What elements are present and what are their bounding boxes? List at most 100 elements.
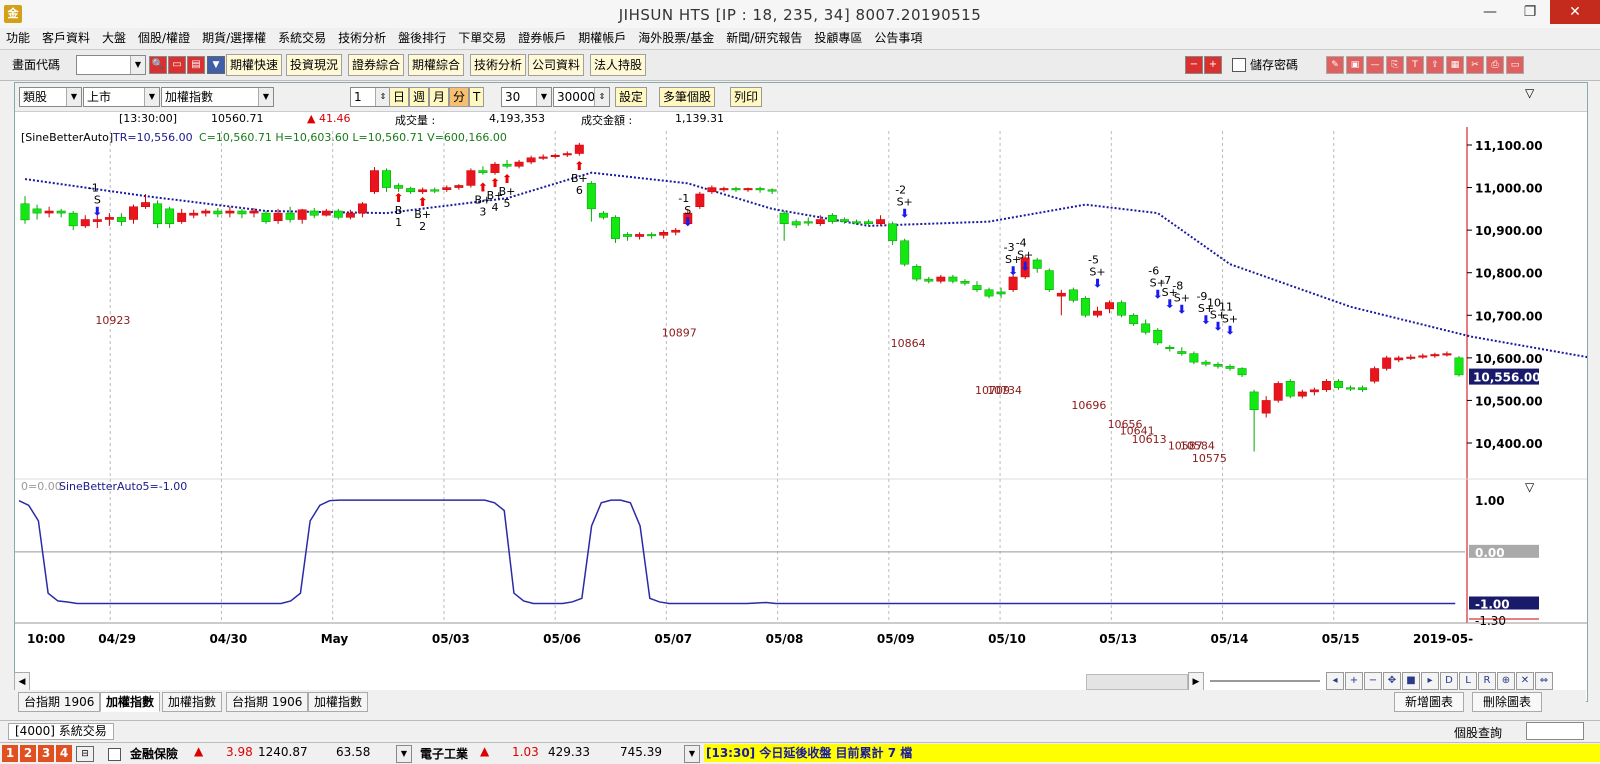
sector-checkbox[interactable] xyxy=(108,748,121,761)
export-icon[interactable]: ⇪ xyxy=(1426,56,1444,74)
buy-arrow-icon: ⬆ xyxy=(502,172,512,186)
minus-red-icon[interactable]: − xyxy=(1185,56,1203,74)
copy-icon[interactable]: ⎘ xyxy=(1386,56,1404,74)
search-icon[interactable]: 🔍 xyxy=(149,56,167,74)
maximize-button[interactable]: ❐ xyxy=(1510,0,1550,24)
chart-nav-icon[interactable]: ■ xyxy=(1402,672,1420,690)
collapse-icon: ▽ xyxy=(1525,480,1535,494)
menu-item[interactable]: 客戶資料 xyxy=(36,28,96,48)
page-4-button[interactable]: 4 xyxy=(56,745,72,762)
menu-item[interactable]: 期貨/選擇權 xyxy=(196,28,272,48)
candle-body xyxy=(116,217,126,222)
menu-item[interactable]: 海外股票/基金 xyxy=(632,28,720,48)
chart-nav-icon[interactable]: L xyxy=(1459,672,1477,690)
candle-body xyxy=(948,276,958,282)
candle-body xyxy=(68,212,78,227)
chart-tab[interactable]: 台指期 1906 xyxy=(18,692,101,712)
candle-body xyxy=(1093,310,1102,316)
page-2-button[interactable]: 2 xyxy=(20,745,36,762)
menu-item[interactable]: 證券帳戶 xyxy=(512,28,572,48)
menu-item[interactable]: 新聞/研究報告 xyxy=(720,28,808,48)
candle-body xyxy=(92,219,102,222)
chart-nav-icon[interactable]: ⊕ xyxy=(1497,672,1515,690)
menu-item[interactable]: 個股/權證 xyxy=(132,28,196,48)
chart-tab[interactable]: 加權指數 xyxy=(162,692,223,712)
page-1-button[interactable]: 1 xyxy=(2,745,18,762)
candlestick-chart[interactable]: [SineBetterAuto] TR=10,556.00 C=10,560.71 … xyxy=(15,83,1587,701)
price-annotation: 10584 xyxy=(1180,439,1215,452)
chart-nav-icon[interactable]: ✕ xyxy=(1516,672,1534,690)
add-chart-button[interactable]: 新增圖表 xyxy=(1394,692,1465,712)
folder-icon[interactable]: ▭ xyxy=(168,56,186,74)
collapse-icon: ▽ xyxy=(1525,86,1535,100)
candle-body xyxy=(153,203,163,225)
screen-code-input[interactable]: ▼ xyxy=(76,55,146,75)
y-tick-label: 10,500.00 xyxy=(1475,394,1543,408)
sector2-value: 745.39 xyxy=(620,745,662,759)
chart-tab-row: 台指期 1906 加權指數 加權指數 台指期 1906 加權指數 新增圖表 刪除圖表 xyxy=(14,690,1586,712)
scrollbar-thumb[interactable] xyxy=(1086,674,1188,690)
candle-body xyxy=(1213,363,1223,367)
dropdown-icon[interactable]: ▼ xyxy=(207,56,225,74)
minimize-button[interactable]: — xyxy=(1470,0,1510,24)
chart-nav-icon[interactable]: ⇔ xyxy=(1535,672,1553,690)
menu-item[interactable]: 盤後排行 xyxy=(392,28,452,48)
chevron-down-icon[interactable]: ▼ xyxy=(684,745,700,763)
chart-tab[interactable]: 加權指數 xyxy=(100,692,161,712)
print-icon[interactable]: ⎙ xyxy=(1486,56,1504,74)
menu-item[interactable]: 技術分析 xyxy=(332,28,392,48)
page-3-button[interactable]: 3 xyxy=(38,745,54,762)
minus-icon[interactable]: — xyxy=(1366,56,1384,74)
x-tick-label: 05/10 xyxy=(988,632,1026,646)
menu-item[interactable]: 系統交易 xyxy=(272,28,332,48)
toolbar-button[interactable]: 公司資料 xyxy=(528,54,585,76)
edit-icon[interactable]: ✎ xyxy=(1326,56,1344,74)
menu-item[interactable]: 大盤 xyxy=(96,28,132,48)
chart-nav-icon[interactable]: ✥ xyxy=(1383,672,1401,690)
toolbar-button[interactable]: 投資現況 xyxy=(286,54,343,76)
chevron-down-icon[interactable]: ▼ xyxy=(130,56,145,74)
x-tick-label: 10:00 xyxy=(27,632,65,646)
chart-nav-icon[interactable]: + xyxy=(1345,672,1363,690)
menu-item[interactable]: 投顧專區 xyxy=(808,28,868,48)
scroll-right-icon[interactable]: ▶ xyxy=(1188,672,1204,692)
zoom-slider[interactable] xyxy=(1210,680,1320,682)
sector1-name: 金融保險 xyxy=(130,747,179,761)
toolbar-button[interactable]: 期權快速 xyxy=(226,54,283,76)
toolbar-button[interactable]: 法人持股 xyxy=(590,54,647,76)
scroll-left-icon[interactable]: ◀ xyxy=(14,672,30,692)
menu-item[interactable]: 期權帳戶 xyxy=(572,28,632,48)
save-password-checkbox[interactable] xyxy=(1232,58,1246,72)
y-tick-label: 10,400.00 xyxy=(1475,437,1543,451)
chart-icon[interactable]: ▦ xyxy=(1446,56,1464,74)
window-icon[interactable]: ▭ xyxy=(1506,56,1524,74)
chart-tab[interactable]: 加權指數 xyxy=(308,692,369,712)
lock-icon[interactable]: ⊟ xyxy=(76,746,94,762)
close-button[interactable]: ✕ xyxy=(1550,0,1600,24)
stock-query-input[interactable] xyxy=(1526,722,1584,740)
y-tick-label: 10,600.00 xyxy=(1475,352,1543,366)
chart-nav-icon[interactable]: R xyxy=(1478,672,1496,690)
tools-icon[interactable]: ✂ xyxy=(1466,56,1484,74)
sector1-value: 63.58 xyxy=(336,745,371,759)
toolbar-button[interactable]: 期權綜合 xyxy=(408,54,465,76)
delete-chart-button[interactable]: 刪除圖表 xyxy=(1472,692,1543,712)
plus-red-icon[interactable]: + xyxy=(1204,56,1222,74)
menu-item[interactable]: 功能 xyxy=(0,28,36,48)
candle-body xyxy=(1346,387,1355,390)
image-icon[interactable]: ▣ xyxy=(1346,56,1364,74)
candle-body xyxy=(1442,353,1452,356)
chart-tab[interactable]: 台指期 1906 xyxy=(226,692,309,712)
system-trade-tab[interactable]: [4000] 系統交易 xyxy=(8,723,114,740)
toolbar-button[interactable]: 證券綜合 xyxy=(348,54,405,76)
menu-item[interactable]: 下單交易 xyxy=(452,28,512,48)
text-icon[interactable]: T xyxy=(1406,56,1424,74)
toolbar-button[interactable]: 技術分析 xyxy=(470,54,527,76)
menu-item[interactable]: 公告事項 xyxy=(868,28,928,48)
window-icon[interactable]: ▤ xyxy=(187,56,205,74)
chart-nav-icon[interactable]: ▸ xyxy=(1421,672,1439,690)
chart-nav-icon[interactable]: ◂ xyxy=(1326,672,1344,690)
chart-nav-icon[interactable]: D xyxy=(1440,672,1458,690)
chart-nav-icon[interactable]: − xyxy=(1364,672,1382,690)
chevron-down-icon[interactable]: ▼ xyxy=(396,745,412,763)
